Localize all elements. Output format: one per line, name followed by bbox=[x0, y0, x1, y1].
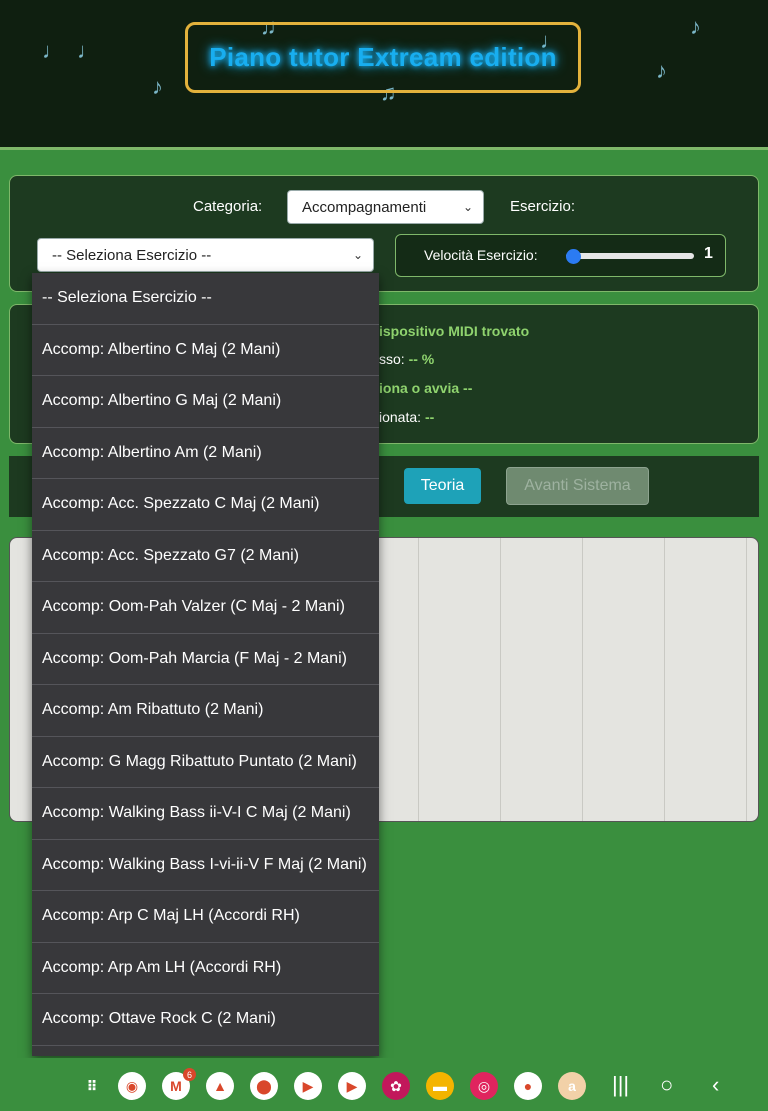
speed-value: 1 bbox=[704, 245, 713, 262]
youtube-icon[interactable]: ▶ bbox=[338, 1072, 366, 1100]
midi-status: ispositivo MIDI trovato bbox=[379, 323, 530, 339]
messages-icon[interactable]: ● bbox=[514, 1072, 542, 1100]
exercise-option[interactable]: Accomp: Ottave Rock C (2 Mani) bbox=[32, 994, 379, 1046]
exercise-option[interactable]: Accomp: G Magg Ribattuto Puntato (2 Mani… bbox=[32, 737, 379, 788]
app-header: ♩ ♩ ♫ ♪ ♩ ♪ ♪ ♫ Piano tutor Extream edit… bbox=[0, 0, 768, 150]
exercise-option[interactable]: Accomp: Acc. Spezzato C Maj (2 Mani) bbox=[32, 479, 379, 531]
exercise-option[interactable]: Accomp: Albertino Am (2 Mani) bbox=[32, 428, 379, 479]
music-note-icon: ♩ bbox=[42, 38, 64, 63]
category-select[interactable]: Accompagnamenti ⌄ bbox=[287, 190, 484, 224]
music-note-icon: ♩ bbox=[77, 38, 99, 63]
exercise-option[interactable]: Accomp: Walking Bass ii-V-I C Maj (2 Man… bbox=[32, 788, 379, 840]
action-status: iona o avvia -- bbox=[379, 380, 473, 396]
exercise-dropdown-list[interactable]: -- Seleziona Esercizio -- Accomp: Alberti… bbox=[32, 273, 379, 1056]
recent-apps-icon[interactable]: ||| bbox=[612, 1072, 629, 1098]
speed-label: Velocità Esercizio: bbox=[424, 247, 538, 263]
avanti-sistema-button[interactable]: Avanti Sistema bbox=[506, 467, 649, 505]
exercise-option[interactable]: Accomp: Am Ribattuto (2 Mani) bbox=[32, 685, 379, 737]
speed-slider-thumb[interactable] bbox=[566, 249, 581, 264]
exercise-option[interactable]: Accomp: Acc. Spezzato G7 (2 Mani) bbox=[32, 531, 379, 582]
piano-key-divider bbox=[418, 538, 419, 821]
camera-icon[interactable]: ◎ bbox=[470, 1072, 498, 1100]
piano-key-divider bbox=[582, 538, 583, 821]
music-note-icon: ♪ bbox=[152, 74, 163, 99]
chevron-down-icon: ⌄ bbox=[352, 248, 363, 262]
exercise-label: Esercizio: bbox=[510, 198, 576, 215]
selected-value: -- bbox=[424, 409, 435, 425]
back-icon[interactable]: ‹ bbox=[712, 1072, 719, 1098]
category-label: Categoria: bbox=[193, 198, 263, 215]
progress-value: -- % bbox=[408, 351, 435, 367]
amazon-icon[interactable]: a bbox=[558, 1072, 586, 1100]
selected-status: ionata: -- bbox=[379, 409, 434, 425]
page-title: Piano tutor Extream edition bbox=[209, 42, 557, 72]
exercise-option[interactable]: Accomp: Albertino C Maj (2 Mani) bbox=[32, 325, 379, 376]
app-drawer-icon[interactable]: ⠿ bbox=[78, 1072, 106, 1100]
maps-icon[interactable]: ⬤ bbox=[250, 1072, 278, 1100]
exercise-option[interactable]: Accomp: Arp C Maj LH (Accordi RH) bbox=[32, 891, 379, 943]
chevron-down-icon: ⌄ bbox=[462, 200, 473, 214]
play-store-icon[interactable]: ▶ bbox=[294, 1072, 322, 1100]
chrome-icon[interactable]: ◉ bbox=[118, 1072, 146, 1100]
speed-slider-track[interactable] bbox=[566, 253, 694, 259]
exercise-option[interactable]: Accomp: Arp Am LH (Accordi RH) bbox=[32, 943, 379, 994]
piano-key-divider bbox=[500, 538, 501, 821]
music-note-icon: ♪ bbox=[690, 14, 701, 39]
progress-status: sso: -- % bbox=[379, 351, 434, 367]
exercise-select[interactable]: -- Seleziona Esercizio -- ⌄ bbox=[37, 238, 374, 272]
title-frame: Piano tutor Extream edition bbox=[185, 22, 581, 93]
teoria-button[interactable]: Teoria bbox=[404, 468, 481, 504]
piano-key-divider bbox=[746, 538, 747, 821]
selected-label: ionata: bbox=[379, 409, 422, 425]
exercise-option[interactable]: Accomp: Oom-Pah Marcia (F Maj - 2 Mani) bbox=[32, 634, 379, 685]
piano-key-divider bbox=[664, 538, 665, 821]
gmail-badge: 6 bbox=[183, 1068, 196, 1081]
exercise-option[interactable]: Accomp: Oom-Pah Valzer (C Maj - 2 Mani) bbox=[32, 582, 379, 634]
files-icon[interactable]: ▬ bbox=[426, 1072, 454, 1100]
flower-app-icon[interactable]: ✿ bbox=[382, 1072, 410, 1100]
exercise-option[interactable]: Accomp: Albertino G Maj (2 Mani) bbox=[32, 376, 379, 428]
home-icon[interactable]: ○ bbox=[660, 1072, 673, 1098]
music-note-icon: ♪ bbox=[656, 58, 667, 83]
progress-label: sso: bbox=[379, 351, 405, 367]
exercise-option[interactable]: -- Seleziona Esercizio -- bbox=[32, 273, 379, 325]
drive-icon[interactable]: ▲ bbox=[206, 1072, 234, 1100]
exercise-option[interactable]: Accomp: Walking Bass I-vi-ii-V F Maj (2 … bbox=[32, 840, 379, 891]
exercise-value: -- Seleziona Esercizio -- bbox=[52, 246, 212, 264]
category-value: Accompagnamenti bbox=[302, 198, 427, 216]
